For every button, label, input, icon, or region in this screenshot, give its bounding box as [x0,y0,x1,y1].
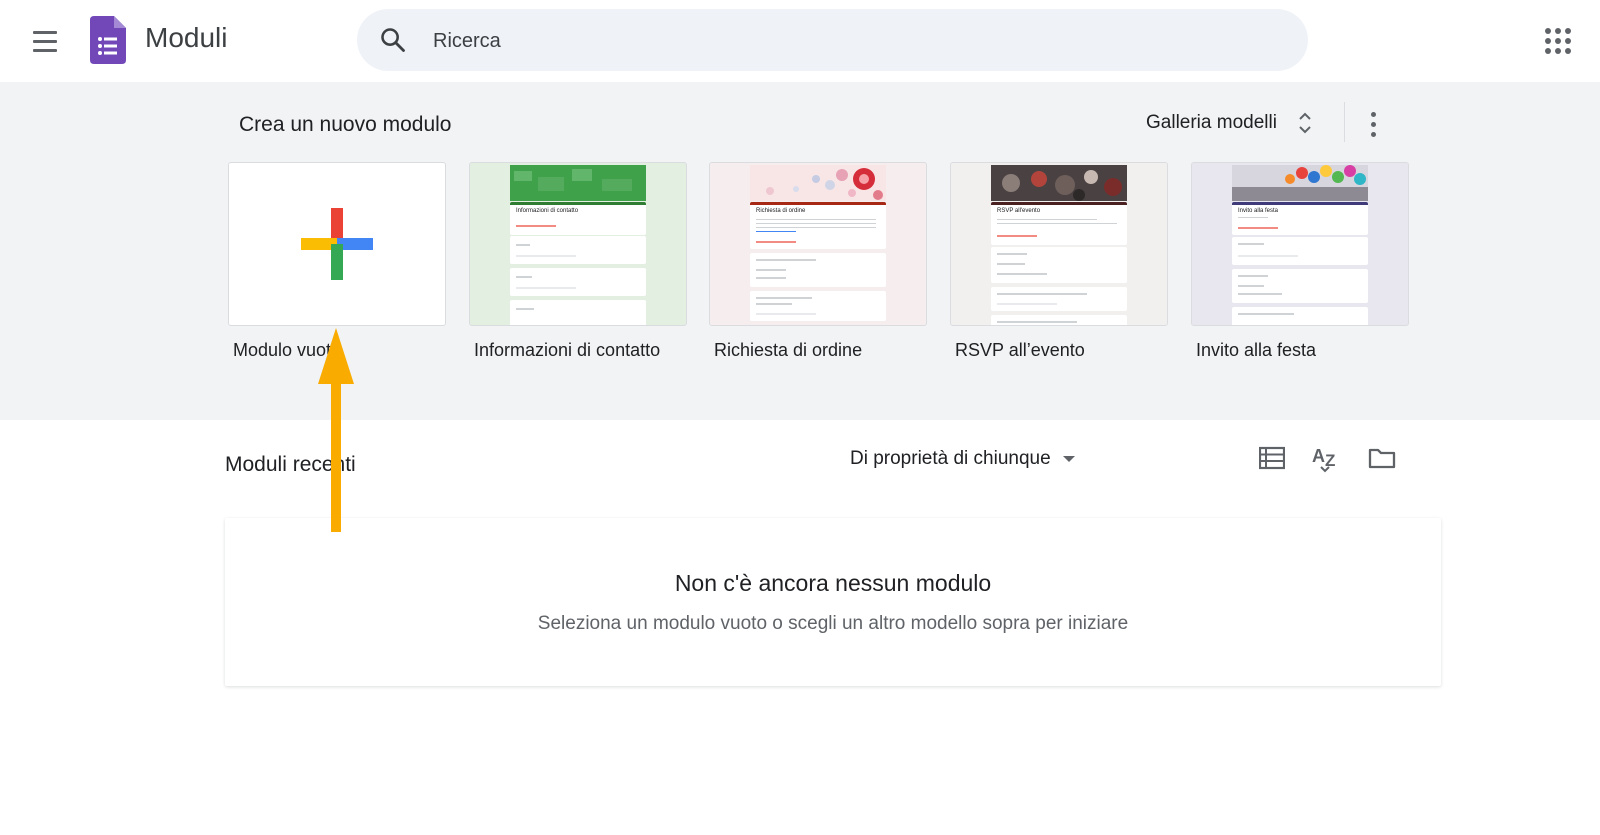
template-thumbnail[interactable] [228,162,446,326]
empty-state-title: Non c'è ancora nessun modulo [674,570,992,596]
app-title[interactable]: Moduli [145,22,227,54]
template-mini-card [1232,237,1368,265]
new-form-section: Crea un nuovo modulo Galleria modelli Mo… [0,82,1600,420]
search-input[interactable] [431,9,1255,73]
template-mini-card [991,315,1127,325]
unfold-icon [1299,112,1311,134]
template-event-rsvp[interactable]: RSVP all'evento RSVP all’evento [950,162,1168,361]
template-mini-card [1232,269,1368,303]
template-mini-card: Invito alla festa [1232,202,1368,235]
template-header-image [1232,165,1368,201]
template-mini-card [991,247,1127,283]
sort-az-icon[interactable]: A Z [1312,443,1340,473]
google-apps-icon[interactable] [1544,27,1572,55]
owner-filter-label: Di proprietà di chiunque [850,448,1051,469]
template-order-request[interactable]: Richiesta di ordine Richiesta di ordine [709,162,927,361]
folder-icon[interactable] [1368,446,1396,470]
template-mini-card: RSVP all'evento [991,202,1127,245]
template-mini-card [510,300,646,325]
template-gallery-button[interactable]: Galleria modelli [1146,110,1313,136]
template-header-image [510,165,646,201]
template-mini-title: RSVP all'evento [997,208,1041,214]
template-header-image [991,165,1127,201]
list-view-icon[interactable] [1259,446,1285,470]
svg-text:A: A [1312,446,1325,466]
forms-logo-icon[interactable] [90,16,126,64]
template-mini-title: Invito alla festa [1238,208,1279,214]
template-label: Invito alla festa [1196,340,1317,360]
more-options-icon[interactable] [1364,110,1384,140]
plus-icon [301,208,373,280]
template-mini-card: Informazioni di contatto [510,202,646,235]
template-mini-card [750,291,886,321]
template-label: Richiesta di ordine [714,340,863,360]
template-thumbnail[interactable]: RSVP all'evento [950,162,1168,326]
template-label: Informazioni di contatto [474,340,661,360]
template-mini-card [991,287,1127,311]
template-thumbnail[interactable]: Richiesta di ordine [709,162,927,326]
owner-filter-dropdown[interactable]: Di proprietà di chiunque [850,448,1075,470]
template-label: RSVP all’evento [955,340,1085,360]
empty-state-subtitle: Seleziona un modulo vuoto o scegli un al… [537,613,1129,634]
search-bar[interactable] [357,9,1308,73]
template-mini-card [1232,307,1368,325]
template-mini-title: Informazioni di contatto [516,208,579,214]
template-mini-card [510,268,646,296]
new-form-title: Crea un nuovo modulo [239,113,452,136]
search-icon[interactable] [379,26,407,54]
caret-down-icon [1062,456,1075,462]
empty-state-card: Non c'è ancora nessun modulo Seleziona u… [225,518,1441,686]
main-menu-icon[interactable] [28,25,62,59]
template-mini-title: Richiesta di ordine [756,208,806,214]
template-gallery-label: Galleria modelli [1146,112,1277,133]
template-contact-info[interactable]: Informazioni di contatto Informazioni di… [469,162,687,361]
template-mini-card: Richiesta di ordine [750,202,886,249]
svg-text:Z: Z [1325,451,1335,470]
template-party-invite[interactable]: Invito alla festa Invito alla festa [1191,162,1409,361]
template-thumbnail[interactable]: Invito alla festa [1191,162,1409,326]
template-header-image [750,165,886,201]
template-mini-card [510,236,646,264]
divider [1344,102,1345,142]
template-thumbnail[interactable]: Informazioni di contatto [469,162,687,326]
template-mini-card [750,253,886,287]
top-bar: Moduli [0,0,1600,82]
annotation-arrow-icon [318,328,354,532]
